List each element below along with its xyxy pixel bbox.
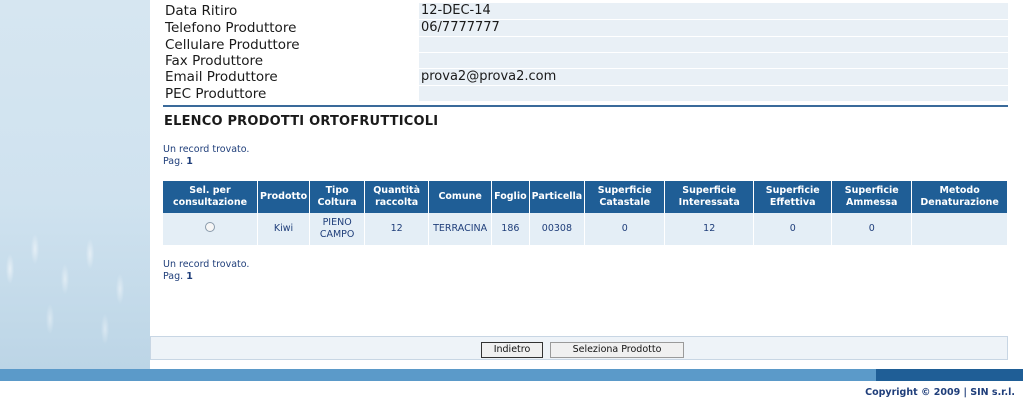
- records-found-top: Un record trovato. Pag. 1: [163, 144, 249, 168]
- page-label: Pag.: [163, 156, 184, 167]
- page-label: Pag.: [163, 271, 184, 282]
- info-value: [419, 36, 1008, 53]
- info-label: Fax Produttore: [165, 52, 264, 69]
- col-header-selezione: Sel. per consultazione: [163, 181, 258, 213]
- main-content: Data Ritiro 12-DEC-14 Telefono Produttor…: [150, 0, 1023, 369]
- col-header-sup-interessata: Superficie Interessata: [664, 181, 755, 213]
- cell-foglio: 186: [491, 213, 530, 245]
- col-header-prodotto: Prodotto: [257, 181, 311, 213]
- info-value: prova2@prova2.com: [419, 68, 1008, 86]
- col-header-quantita: Quantità raccolta: [364, 181, 430, 213]
- section-divider: [163, 105, 1008, 107]
- copyright-text: Copyright © 2009 | SIN s.r.l.: [865, 387, 1015, 398]
- footer-bar: [0, 369, 1023, 381]
- cell-comune: TERRACINA: [428, 213, 493, 245]
- select-product-button[interactable]: Seleziona Prodotto: [550, 342, 684, 358]
- col-header-particella: Particella: [529, 181, 586, 213]
- page-number-link[interactable]: 1: [186, 156, 193, 167]
- col-header-foglio: Foglio: [491, 181, 530, 213]
- select-cell: [163, 213, 258, 245]
- info-row-fax: Fax Produttore: [163, 52, 1008, 69]
- info-row-telefono: Telefono Produttore 06/7777777: [163, 19, 1008, 37]
- back-button[interactable]: Indietro: [481, 342, 543, 358]
- footer-bar-light: [0, 369, 876, 381]
- cell-sup-interessata: 12: [664, 213, 755, 245]
- info-row-data-ritiro: Data Ritiro 12-DEC-14: [163, 3, 1008, 20]
- products-table: Sel. per consultazione Prodotto Tipo Col…: [163, 181, 1008, 245]
- col-header-sup-ammessa: Superficie Ammessa: [831, 181, 913, 213]
- col-header-tipo-coltura: Tipo Coltura: [309, 181, 366, 213]
- cell-particella: 00308: [529, 213, 586, 245]
- cell-quantita: 12: [364, 213, 430, 245]
- left-decorative-panel: [0, 0, 150, 369]
- info-row-email: Email Produttore prova2@prova2.com: [163, 68, 1008, 86]
- info-label: Email Produttore: [165, 69, 278, 85]
- info-label: Data Ritiro: [165, 3, 238, 20]
- info-row-cellulare: Cellulare Produttore: [163, 36, 1008, 53]
- info-label: Cellulare Produttore: [165, 36, 300, 53]
- records-count-text: Un record trovato.: [163, 259, 250, 270]
- records-count-text: Un record trovato.: [163, 144, 250, 155]
- wheat-background-image: [0, 209, 150, 369]
- records-found-bottom: Un record trovato. Pag. 1: [163, 259, 249, 283]
- select-radio[interactable]: [205, 222, 215, 232]
- footer-bar-dark: [876, 369, 1023, 381]
- cell-sup-catastale: 0: [584, 213, 666, 245]
- cell-sup-effettiva: 0: [753, 213, 833, 245]
- info-label: PEC Produttore: [165, 85, 267, 102]
- info-value: [419, 85, 1008, 102]
- page-indicator: Pag. 1: [163, 271, 249, 283]
- cell-sup-ammessa: 0: [831, 213, 913, 245]
- info-value: 12-DEC-14: [419, 3, 1008, 20]
- info-value: [419, 52, 1008, 69]
- cell-tipo-coltura: PIENO CAMPO: [309, 213, 366, 245]
- section-title: ELENCO PRODOTTI ORTOFRUTTICOLI: [164, 114, 439, 129]
- info-row-pec: PEC Produttore: [163, 85, 1008, 102]
- info-value: 06/7777777: [419, 19, 1008, 37]
- col-header-comune: Comune: [428, 181, 493, 213]
- info-label: Telefono Produttore: [165, 20, 297, 36]
- col-header-sup-catastale: Superficie Catastale: [584, 181, 666, 213]
- producer-info-table: Data Ritiro 12-DEC-14 Telefono Produttor…: [163, 3, 1008, 102]
- col-header-metodo: Metodo Denaturazione: [911, 181, 1008, 213]
- page-number-link[interactable]: 1: [186, 271, 193, 282]
- table-header-row: Sel. per consultazione Prodotto Tipo Col…: [163, 181, 1008, 213]
- button-bar: Indietro Seleziona Prodotto: [150, 336, 1008, 360]
- cell-prodotto: Kiwi: [257, 213, 311, 245]
- col-header-sup-effettiva: Superficie Effettiva: [753, 181, 833, 213]
- page-indicator: Pag. 1: [163, 156, 249, 168]
- table-row: Kiwi PIENO CAMPO 12 TERRACINA 186 00308 …: [163, 213, 1008, 245]
- cell-metodo: [911, 213, 1008, 245]
